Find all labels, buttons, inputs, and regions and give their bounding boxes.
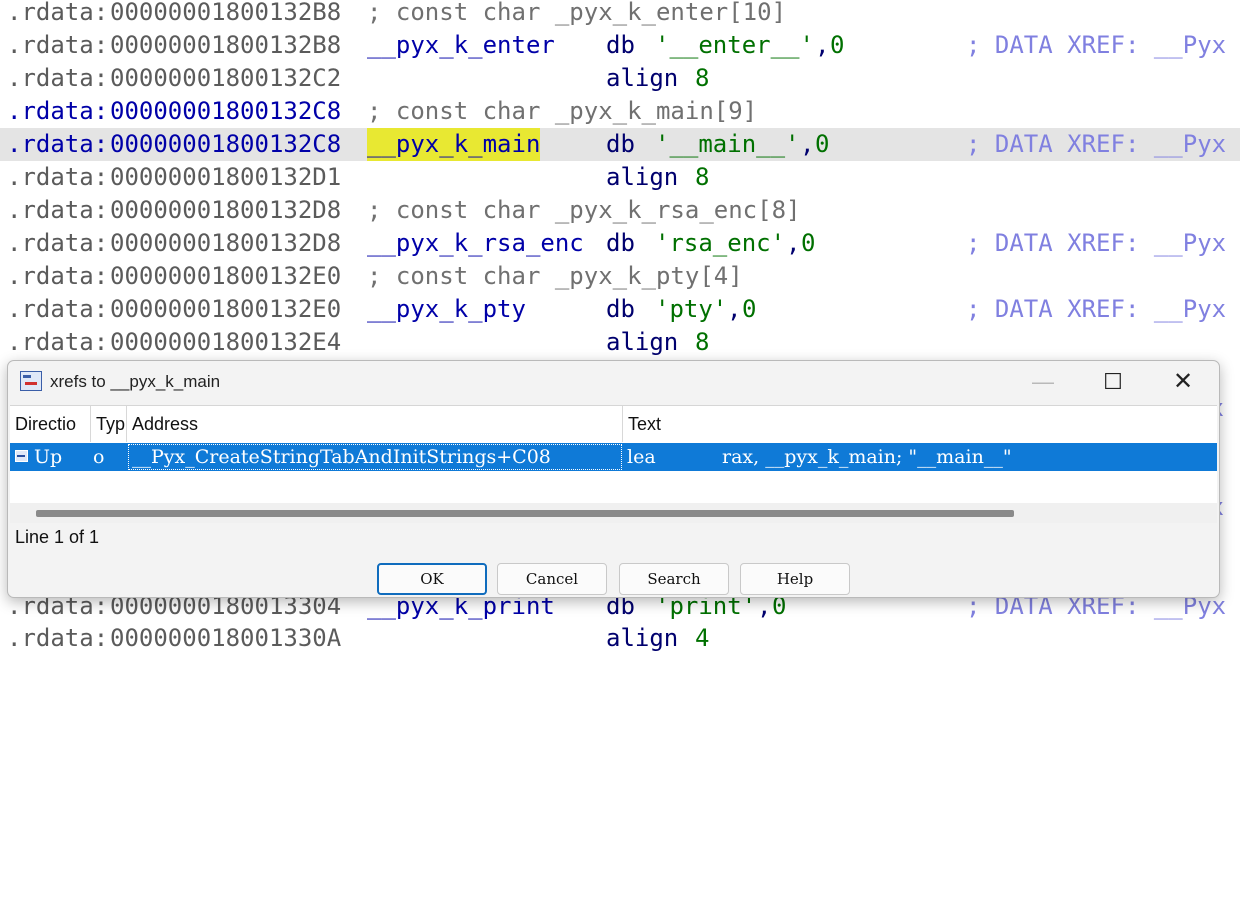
address: 00000001800132D1 — [110, 163, 342, 191]
symbol-name[interactable]: __pyx_k_pty — [367, 293, 526, 326]
segment-name: .rdata: — [7, 97, 109, 125]
segment-name: .rdata: — [7, 624, 109, 652]
numeric-operand: 0 — [801, 229, 816, 257]
listing-line[interactable]: .rdata: 00000001800132E4 align 8 — [0, 326, 1240, 359]
address: 00000001800132C2 — [110, 64, 342, 92]
cell-type: o — [93, 446, 105, 468]
table-row-selected[interactable]: Up o __Pyx_CreateStringTabAndInitStrings… — [10, 443, 1217, 471]
address: 000000018001330A — [110, 624, 342, 652]
listing-line-selected[interactable]: .rdata: 00000001800132C8 __pyx_k_main db… — [0, 128, 1240, 161]
segment-name: .rdata: — [7, 196, 109, 224]
segment-name: .rdata: — [7, 229, 109, 257]
minimize-icon[interactable]: — — [1008, 361, 1078, 403]
cell-text-mnemonic: lea — [627, 446, 656, 468]
comment: ; const char _pyx_k_enter[10] — [367, 0, 787, 26]
operand-separator: , — [786, 229, 801, 257]
address: 00000001800132C8 — [110, 130, 342, 158]
column-header-address[interactable]: Address — [127, 406, 623, 442]
cell-text-operands: rax, __pyx_k_main; "__main__" — [722, 446, 1012, 468]
listing-line[interactable]: .rdata: 000000018001330A align 4 — [0, 622, 1240, 655]
address: 00000001800132E0 — [110, 262, 342, 290]
address: 00000001800132E0 — [110, 295, 342, 323]
comment: ; const char _pyx_k_rsa_enc[8] — [367, 196, 801, 224]
mnemonic: align — [606, 64, 679, 92]
listing-line[interactable]: .rdata: 00000001800132C8 ; const char _p… — [0, 95, 1240, 128]
mnemonic: align — [606, 328, 679, 356]
maximize-icon[interactable]: ☐ — [1078, 361, 1148, 403]
help-button[interactable]: Help — [740, 563, 850, 595]
numeric-operand: 8 — [695, 163, 710, 191]
numeric-operand: 0 — [742, 295, 757, 323]
numeric-operand: 4 — [695, 624, 710, 652]
column-header-direction[interactable]: Directio — [10, 406, 91, 442]
string-operand: '__main__' — [655, 130, 800, 158]
listing-line[interactable]: .rdata: 00000001800132D8 __pyx_k_rsa_enc… — [0, 227, 1240, 260]
comment: ; const char _pyx_k_pty[4] — [367, 262, 743, 290]
string-operand: 'pty' — [655, 295, 728, 323]
xref-comment[interactable]: ; DATA XREF: __Pyx — [966, 293, 1226, 326]
dialog-title: xrefs to __pyx_k_main — [50, 372, 221, 391]
listing-line[interactable]: .rdata: 00000001800132D8 ; const char _p… — [0, 194, 1240, 227]
mnemonic: db — [606, 31, 635, 59]
numeric-operand: 0 — [830, 31, 845, 59]
segment-name: .rdata: — [7, 295, 109, 323]
listing-line[interactable]: .rdata: 00000001800132B8 __pyx_k_enter d… — [0, 29, 1240, 62]
mnemonic: db — [606, 130, 635, 158]
segment-name: .rdata: — [7, 262, 109, 290]
address: 00000001800132B8 — [110, 0, 342, 26]
mnemonic: db — [606, 229, 635, 257]
horizontal-scrollbar[interactable] — [10, 503, 1217, 523]
operand-separator: , — [727, 295, 742, 323]
listing-line[interactable]: .rdata: 00000001800132E0 __pyx_k_pty db … — [0, 293, 1240, 326]
address: 00000001800132E4 — [110, 328, 342, 356]
numeric-operand: 8 — [695, 64, 710, 92]
listing-line[interactable]: .rdata: 00000001800132E0 ; const char _p… — [0, 260, 1240, 293]
segment-name: .rdata: — [7, 130, 109, 158]
numeric-operand: 8 — [695, 328, 710, 356]
xrefs-dialog: xrefs to __pyx_k_main — ☐ ✕ Directio Typ… — [7, 360, 1220, 598]
segment-name: .rdata: — [7, 31, 109, 59]
operand-separator: , — [800, 130, 815, 158]
xrefs-table[interactable]: Directio Typ Address Text Up o __Pyx_Cre… — [10, 405, 1217, 523]
string-operand: '__enter__' — [655, 31, 814, 59]
segment-name: .rdata: — [7, 163, 109, 191]
column-header-text[interactable]: Text — [623, 406, 1217, 442]
ok-button[interactable]: OK — [377, 563, 487, 595]
listing-line[interactable]: .rdata: 00000001800132C2 align 8 — [0, 62, 1240, 95]
xrefs-window-icon — [20, 371, 42, 391]
xref-row-icon — [15, 450, 28, 462]
segment-name: .rdata: — [7, 64, 109, 92]
listing-line[interactable]: .rdata: 00000001800132B8 ; const char _p… — [0, 0, 1240, 29]
status-line-count: Line 1 of 1 — [15, 527, 100, 547]
search-button[interactable]: Search — [619, 563, 729, 595]
address: 00000001800132D8 — [110, 229, 342, 257]
cell-direction: Up — [34, 446, 63, 468]
operand-separator: , — [815, 31, 830, 59]
comment: ; const char _pyx_k_main[9] — [367, 97, 758, 125]
cell-address: __Pyx_CreateStringTabAndInitStrings+C08 — [128, 444, 622, 470]
xref-comment[interactable]: ; DATA XREF: __Pyx — [966, 128, 1226, 161]
mnemonic: db — [606, 295, 635, 323]
cancel-button[interactable]: Cancel — [497, 563, 607, 595]
dialog-titlebar[interactable]: xrefs to __pyx_k_main — ☐ ✕ — [8, 361, 1219, 403]
close-icon[interactable]: ✕ — [1148, 361, 1218, 403]
symbol-name-highlighted[interactable]: __pyx_k_main — [367, 128, 541, 161]
address: 00000001800132C8 — [110, 97, 342, 125]
segment-name: .rdata: — [7, 0, 109, 26]
numeric-operand: 0 — [815, 130, 830, 158]
mnemonic: align — [606, 163, 679, 191]
string-operand: 'rsa_enc' — [655, 229, 786, 257]
address: 00000001800132D8 — [110, 196, 342, 224]
xref-comment[interactable]: ; DATA XREF: __Pyx — [966, 227, 1226, 260]
address: 00000001800132B8 — [110, 31, 342, 59]
symbol-name[interactable]: __pyx_k_enter — [367, 29, 555, 62]
segment-name: .rdata: — [7, 328, 109, 356]
column-header-type[interactable]: Typ — [91, 406, 127, 442]
symbol-name[interactable]: __pyx_k_rsa_enc — [367, 227, 584, 260]
listing-line[interactable]: .rdata: 00000001800132D1 align 8 — [0, 161, 1240, 194]
scrollbar-thumb[interactable] — [36, 510, 1014, 517]
mnemonic: align — [606, 624, 679, 652]
xref-comment[interactable]: ; DATA XREF: __Pyx — [966, 29, 1226, 62]
